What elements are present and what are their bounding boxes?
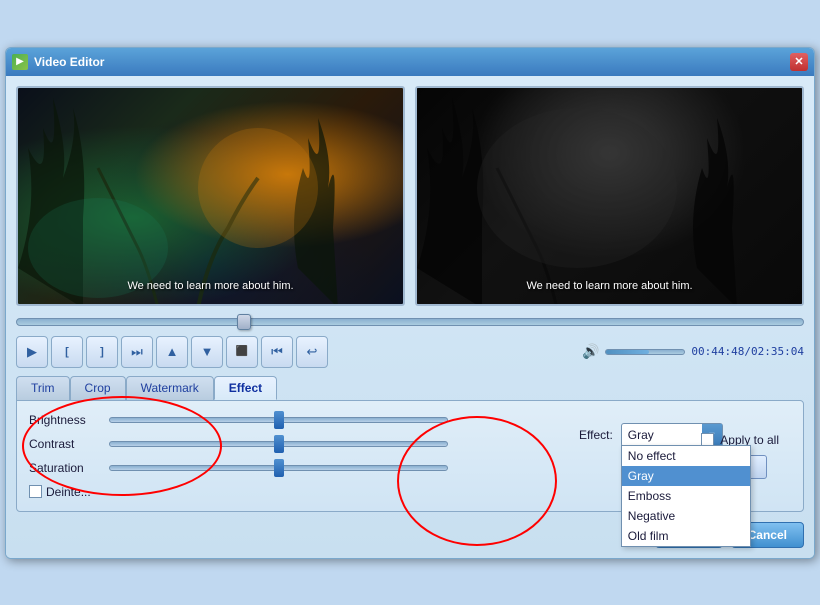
volume-track[interactable] (605, 349, 685, 355)
tab-watermark[interactable]: Watermark (126, 376, 214, 400)
tabs-area: Trim Crop Watermark Effect (16, 376, 804, 400)
effect-option-emboss[interactable]: Emboss (622, 486, 750, 506)
volume-area: 🔊 00:44:48/02:35:04 (582, 343, 804, 360)
window-body: We need to learn more about him. We need… (6, 76, 814, 558)
close-button[interactable]: ✕ (790, 53, 808, 71)
controls-bar: ▶ [ ] ⏭ ▲ ▼ ⬛ ⏮ ↩ 🔊 00:44:48/02:35:04 (16, 336, 804, 368)
progress-track[interactable] (16, 318, 804, 326)
progress-thumb[interactable] (237, 314, 251, 330)
volume-icon: 🔊 (582, 343, 599, 360)
effect-label: Effect: (579, 428, 613, 442)
saturation-thumb[interactable] (274, 459, 284, 477)
tab-effect[interactable]: Effect (214, 376, 277, 400)
effect-option-gray[interactable]: Gray (622, 466, 750, 486)
tab-crop[interactable]: Crop (70, 376, 126, 400)
saturation-track[interactable] (109, 465, 448, 471)
play-button[interactable]: ▶ (16, 336, 48, 368)
timecode: 00:44:48/02:35:04 (691, 345, 804, 358)
deinterlace-label: Deinte... (46, 485, 91, 499)
skip-back-button[interactable]: ⏮ (261, 336, 293, 368)
tab-trim[interactable]: Trim (16, 376, 70, 400)
preview-left-bg (18, 88, 403, 304)
contrast-label: Contrast (29, 437, 99, 451)
right-panel: Effect: Gray ▼ No effect (579, 423, 779, 447)
contrast-row: Contrast (29, 437, 448, 451)
preview-area: We need to learn more about him. We need… (16, 86, 804, 306)
panel-content: Brightness Contrast Saturation (29, 413, 791, 499)
saturation-row: Saturation (29, 461, 448, 475)
preview-right-bg (417, 88, 802, 304)
center-button[interactable]: ⬛ (226, 336, 258, 368)
effect-select-value: Gray (622, 426, 702, 444)
effect-option-negative[interactable]: Negative (622, 506, 750, 526)
deinterlace-row: Deinte... (29, 485, 448, 499)
contrast-track[interactable] (109, 441, 448, 447)
contrast-thumb[interactable] (274, 435, 284, 453)
effect-option-no-effect[interactable]: No effect (622, 446, 750, 466)
undo-button[interactable]: ↩ (296, 336, 328, 368)
enhance-down-button[interactable]: ▼ (191, 336, 223, 368)
title-bar: ▶ Video Editor ✕ (6, 48, 814, 76)
video-editor-window: ▶ Video Editor ✕ (5, 47, 815, 559)
brightness-row: Brightness (29, 413, 448, 427)
preview-right-subtitle: We need to learn more about him. (417, 280, 802, 292)
effect-dropdown-list: No effect Gray Emboss Negative (621, 445, 751, 547)
effect-panel: Brightness Contrast Saturation (16, 400, 804, 512)
enhance-up-button[interactable]: ▲ (156, 336, 188, 368)
deinterlace-checkbox[interactable] (29, 485, 42, 498)
brightness-track[interactable] (109, 417, 448, 423)
saturation-label: Saturation (29, 461, 99, 475)
skip-button[interactable]: ⏭ (121, 336, 153, 368)
brightness-label: Brightness (29, 413, 99, 427)
volume-fill (606, 350, 649, 354)
preview-left-svg (18, 88, 403, 304)
preview-left-subtitle: We need to learn more about him. (18, 280, 403, 292)
brightness-thumb[interactable] (274, 411, 284, 429)
mark-in-button[interactable]: [ (51, 336, 83, 368)
preview-left: We need to learn more about him. (16, 86, 405, 306)
progress-bar-area[interactable] (16, 314, 804, 330)
preview-right-svg (417, 88, 802, 304)
effect-option-old-film[interactable]: Old film (622, 526, 750, 546)
preview-right: We need to learn more about him. (415, 86, 804, 306)
app-icon: ▶ (12, 54, 28, 70)
sliders-section: Brightness Contrast Saturation (29, 413, 448, 499)
window-title: Video Editor (34, 55, 784, 69)
mark-out-button[interactable]: ] (86, 336, 118, 368)
